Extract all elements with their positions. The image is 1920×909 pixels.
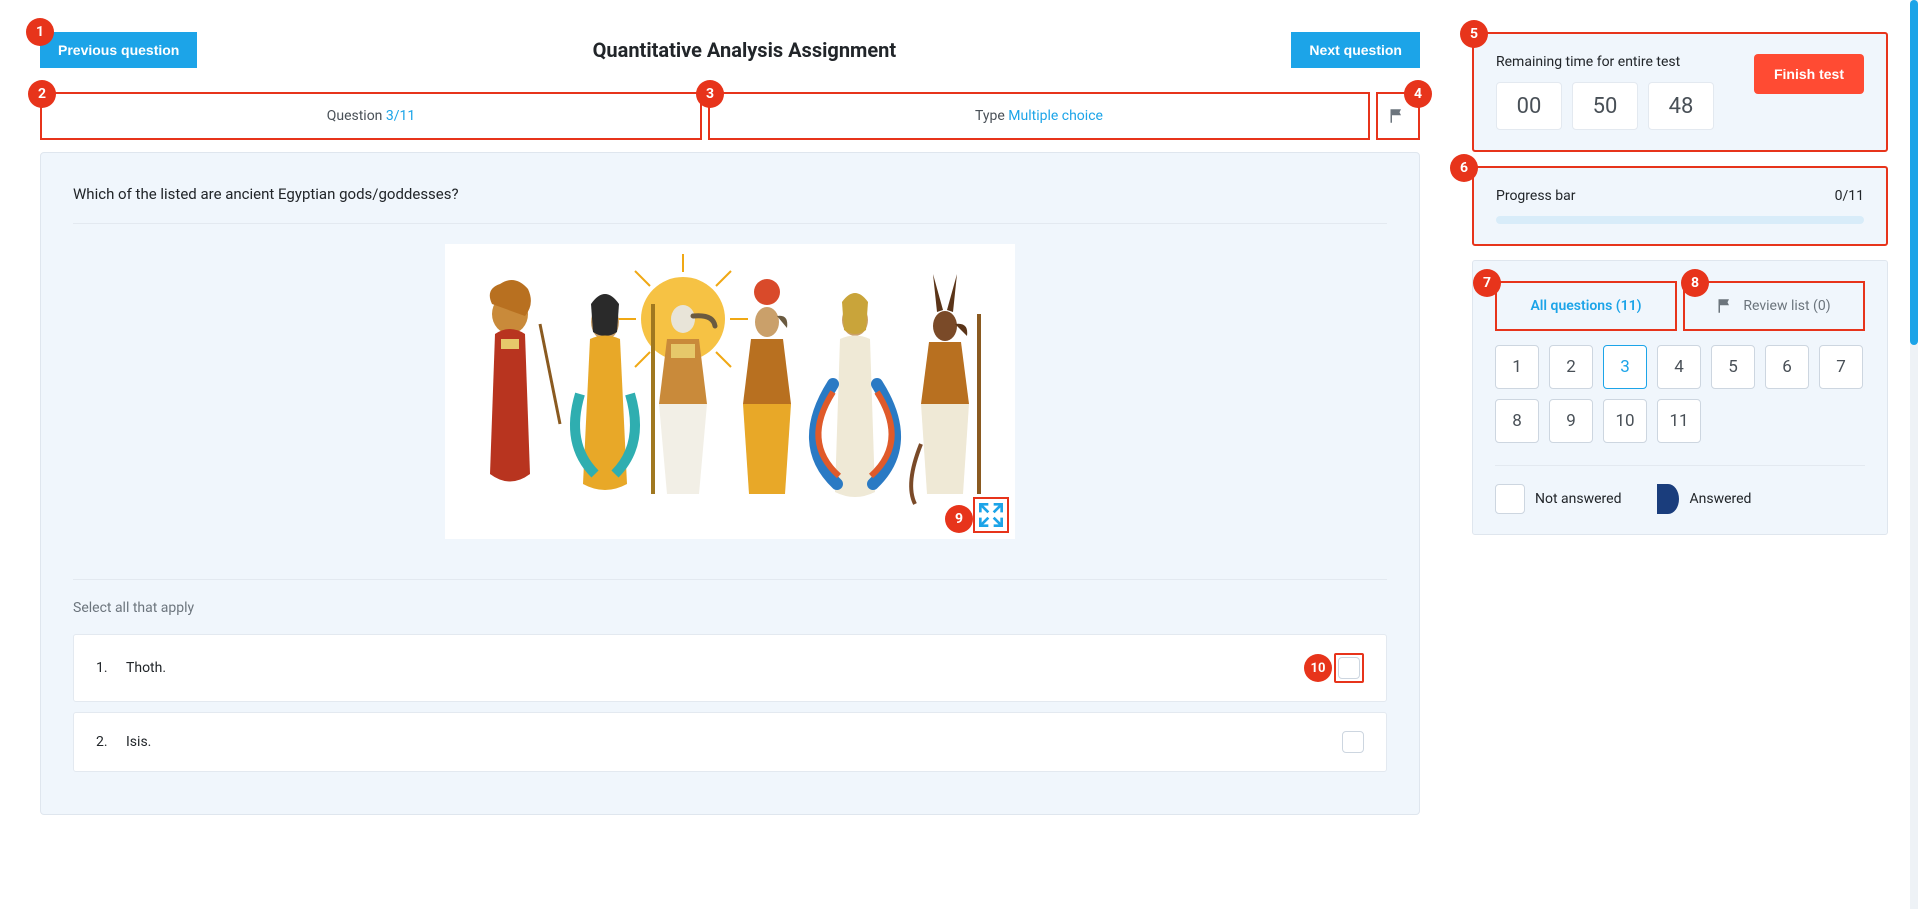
timer-label: Remaining time for entire test (1496, 54, 1714, 70)
option-label: Isis. (126, 734, 1342, 750)
question-nav-5[interactable]: 5 (1711, 345, 1755, 389)
tab-all-label: All questions (11) (1530, 298, 1641, 314)
question-nav-7[interactable]: 7 (1819, 345, 1863, 389)
progress-card: 6 Progress bar 0/11 (1472, 166, 1888, 246)
annotation-badge-5: 5 (1460, 20, 1488, 48)
question-counter-label: Question (327, 108, 386, 124)
question-nav-1[interactable]: 1 (1495, 345, 1539, 389)
timer-minutes: 50 (1572, 82, 1638, 130)
flag-icon (1389, 107, 1407, 125)
progress-value: 0/11 (1835, 188, 1864, 204)
question-nav-11[interactable]: 11 (1657, 399, 1701, 443)
answer-option-2[interactable]: 2. Isis. (73, 712, 1387, 772)
next-question-button[interactable]: Next question (1291, 32, 1420, 68)
annotation-badge-6: 6 (1450, 154, 1478, 182)
assignment-title: Quantitative Analysis Assignment (593, 38, 897, 62)
timer-hours: 00 (1496, 82, 1562, 130)
question-nav-9[interactable]: 9 (1549, 399, 1593, 443)
legend-not-answered-label: Not answered (1535, 491, 1621, 507)
expand-image-button[interactable] (973, 497, 1009, 533)
question-nav-2[interactable]: 2 (1549, 345, 1593, 389)
previous-question-button[interactable]: Previous question (40, 32, 197, 68)
question-nav-3[interactable]: 3 (1603, 345, 1647, 389)
question-counter-value: 3/11 (386, 108, 415, 124)
tab-all-questions[interactable]: 7 All questions (11) (1495, 281, 1677, 331)
timer-card: 5 Remaining time for entire test 00 50 4… (1472, 32, 1888, 152)
annotation-badge-7: 7 (1473, 269, 1501, 297)
annotation-badge-8: 8 (1681, 269, 1709, 297)
question-nav-8[interactable]: 8 (1495, 399, 1539, 443)
option-number: 2. (96, 734, 126, 750)
option-number: 1. (96, 660, 126, 676)
question-nav-4[interactable]: 4 (1657, 345, 1701, 389)
flag-icon (1717, 297, 1735, 315)
tab-review-label: Review list (0) (1743, 298, 1830, 314)
question-nav-10[interactable]: 10 (1603, 399, 1647, 443)
legend-swatch-answered (1657, 484, 1679, 514)
question-image: 9 (445, 244, 1015, 539)
option-checkbox[interactable] (1342, 731, 1364, 753)
question-type-label: Type (975, 108, 1008, 124)
annotation-badge-3: 3 (696, 80, 724, 108)
legend: Not answered Answered (1495, 465, 1865, 514)
finish-test-button[interactable]: Finish test (1754, 54, 1864, 94)
question-counter-cell: 2 Question 3/11 (40, 92, 702, 140)
question-type-value: Multiple choice (1008, 108, 1103, 124)
question-type-cell: 3 Type Multiple choice (708, 92, 1370, 140)
question-nav-card: 7 All questions (11) 8 Review list (0) 1… (1472, 260, 1888, 535)
option-checkbox[interactable] (1338, 657, 1360, 679)
question-panel: Which of the listed are ancient Egyptian… (40, 152, 1420, 815)
answer-instruction: Select all that apply (73, 600, 1387, 616)
progress-label: Progress bar (1496, 188, 1575, 204)
progress-track (1496, 216, 1864, 224)
legend-swatch-not-answered (1495, 484, 1525, 514)
answer-option-1[interactable]: 1. Thoth. 10 (73, 634, 1387, 702)
timer-seconds: 48 (1648, 82, 1714, 130)
flag-question-button[interactable]: 4 (1376, 92, 1420, 140)
option-label: Thoth. (126, 660, 1334, 676)
annotation-badge-1: 1 (26, 18, 54, 46)
annotation-badge-10: 10 (1304, 654, 1332, 682)
question-nav-6[interactable]: 6 (1765, 345, 1809, 389)
expand-icon (975, 499, 1007, 531)
scrollbar-thumb[interactable] (1910, 0, 1918, 345)
egyptian-gods-illustration (445, 244, 1015, 539)
annotation-badge-9: 9 (945, 505, 973, 533)
question-text: Which of the listed are ancient Egyptian… (73, 185, 1387, 224)
legend-answered-label: Answered (1689, 491, 1751, 507)
annotation-badge-2: 2 (28, 80, 56, 108)
tab-review-list[interactable]: 8 Review list (0) (1683, 281, 1865, 331)
annotation-badge-4: 4 (1404, 80, 1432, 108)
question-grid: 1234567 891011 (1495, 345, 1865, 443)
